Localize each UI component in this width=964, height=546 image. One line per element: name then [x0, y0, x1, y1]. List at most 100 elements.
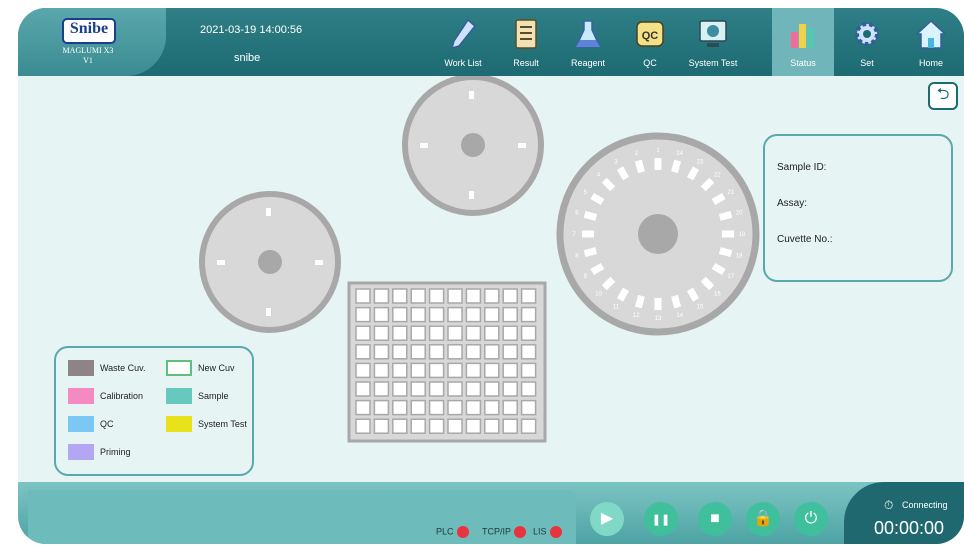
cuvette-slot[interactable] — [392, 306, 408, 323]
lock-button[interactable]: 🔒 — [746, 502, 780, 536]
cuvette-slot[interactable] — [465, 325, 482, 341]
cuvette-slot[interactable] — [465, 344, 482, 360]
stop-button[interactable]: ■ — [698, 502, 732, 536]
cuvette-slot[interactable] — [484, 306, 500, 323]
disk-slot[interactable] — [722, 230, 734, 238]
cuvette-slot[interactable] — [392, 399, 408, 416]
cuvette-slot[interactable] — [502, 325, 518, 341]
cuvette-slot[interactable] — [355, 306, 371, 323]
reagent-disk-left[interactable] — [199, 191, 341, 333]
cuvette-slot[interactable] — [465, 381, 482, 397]
pause-button[interactable]: ❚❚ — [644, 502, 678, 536]
cuvette-slot[interactable] — [447, 306, 463, 323]
cuvette-slot[interactable] — [428, 418, 445, 434]
cuvette-slot[interactable] — [502, 381, 518, 397]
cuvette-slot[interactable] — [373, 344, 390, 360]
nav-status[interactable]: Status — [772, 8, 834, 76]
cuvette-slot[interactable] — [447, 362, 463, 379]
cuvette-slot[interactable] — [484, 288, 500, 304]
cuvette-slot[interactable] — [355, 325, 371, 341]
cuvette-slot[interactable] — [465, 306, 482, 323]
cuvette-slot[interactable] — [428, 344, 445, 360]
cuvette-slot[interactable] — [373, 288, 390, 304]
cuvette-slot[interactable] — [410, 362, 426, 379]
cuvette-slot[interactable] — [520, 399, 537, 416]
cuvette-slot[interactable] — [428, 288, 445, 304]
back-button[interactable]: ⮌ — [928, 82, 958, 110]
cuvette-slot[interactable] — [447, 381, 463, 397]
cuvette-slot[interactable] — [373, 399, 390, 416]
cuvette-slot[interactable] — [520, 418, 537, 434]
cuvette-slot[interactable] — [520, 381, 537, 397]
cuvette-slot[interactable] — [484, 418, 500, 434]
cuvette-slot[interactable] — [484, 325, 500, 341]
cuvette-slot[interactable] — [355, 362, 371, 379]
reagent-disk-top[interactable] — [402, 76, 544, 216]
cuvette-slot[interactable] — [502, 306, 518, 323]
nav-reagent[interactable]: Reagent — [557, 8, 619, 76]
cuvette-slot[interactable] — [373, 306, 390, 323]
cuvette-slot[interactable] — [465, 288, 482, 304]
cuvette-slot[interactable] — [428, 306, 445, 323]
nav-result[interactable]: Result — [495, 8, 557, 76]
incubation-disk[interactable]: 123456789101112 13 1415161718192021222324 — [556, 132, 760, 336]
cuvette-slot[interactable] — [373, 418, 390, 434]
cuvette-slot[interactable] — [373, 381, 390, 397]
nav-home[interactable]: Home — [900, 8, 962, 76]
cuvette-slot[interactable] — [447, 344, 463, 360]
power-button[interactable]: ⏻ — [794, 502, 828, 536]
cuvette-slot[interactable] — [447, 325, 463, 341]
cuvette-slot[interactable] — [410, 399, 426, 416]
cuvette-slot[interactable] — [502, 399, 518, 416]
cuvette-slot[interactable] — [392, 362, 408, 379]
cuvette-slot[interactable] — [410, 325, 426, 341]
cuvette-slot[interactable] — [447, 288, 463, 304]
cuvette-slot[interactable] — [484, 381, 500, 397]
cuvette-slot[interactable] — [428, 399, 445, 416]
cuvette-slot[interactable] — [502, 362, 518, 379]
cuvette-slot[interactable] — [502, 418, 518, 434]
cuvette-slot[interactable] — [428, 362, 445, 379]
disk-slot[interactable] — [654, 298, 662, 310]
cuvette-slot[interactable] — [392, 344, 408, 360]
cuvette-slot[interactable] — [355, 288, 371, 304]
cuvette-slot[interactable] — [355, 399, 371, 416]
nav-system-test[interactable]: System Test — [682, 8, 744, 76]
cuvette-slot[interactable] — [465, 399, 482, 416]
cuvette-slot[interactable] — [447, 418, 463, 434]
cuvette-slot[interactable] — [484, 399, 500, 416]
cuvette-slot[interactable] — [520, 288, 537, 304]
cuvette-slot[interactable] — [484, 362, 500, 379]
cuvette-slot[interactable] — [465, 362, 482, 379]
cuvette-slot[interactable] — [392, 325, 408, 341]
cuvette-slot[interactable] — [447, 399, 463, 416]
cuvette-slot[interactable] — [410, 306, 426, 323]
cuvette-slot[interactable] — [355, 381, 371, 397]
disk-slot[interactable] — [582, 230, 594, 238]
disk-slot[interactable] — [654, 158, 662, 170]
cuvette-slot[interactable] — [355, 418, 371, 434]
cuvette-slot[interactable] — [520, 362, 537, 379]
cuvette-slot[interactable] — [502, 344, 518, 360]
play-button[interactable]: ▶ — [590, 502, 624, 536]
cuvette-slot[interactable] — [520, 344, 537, 360]
cuvette-slot[interactable] — [355, 344, 371, 360]
cuvette-slot[interactable] — [392, 418, 408, 434]
cuvette-slot[interactable] — [410, 418, 426, 434]
cuvette-slot[interactable] — [520, 325, 537, 341]
cuvette-slot[interactable] — [410, 288, 426, 304]
cuvette-slot[interactable] — [520, 306, 537, 323]
cuvette-slot[interactable] — [465, 418, 482, 434]
cuvette-slot[interactable] — [502, 288, 518, 304]
cuvette-slot[interactable] — [484, 344, 500, 360]
nav-qc[interactable]: QC QC — [619, 8, 681, 76]
cuvette-slot[interactable] — [428, 381, 445, 397]
cuvette-slot[interactable] — [428, 325, 445, 341]
cuvette-slot[interactable] — [410, 381, 426, 397]
cuvette-slot[interactable] — [373, 362, 390, 379]
cuvette-slot[interactable] — [373, 325, 390, 341]
nav-set[interactable]: Set — [836, 8, 898, 76]
cuvette-slot[interactable] — [392, 288, 408, 304]
cuvette-slot[interactable] — [410, 344, 426, 360]
cuvette-slot[interactable] — [392, 381, 408, 397]
